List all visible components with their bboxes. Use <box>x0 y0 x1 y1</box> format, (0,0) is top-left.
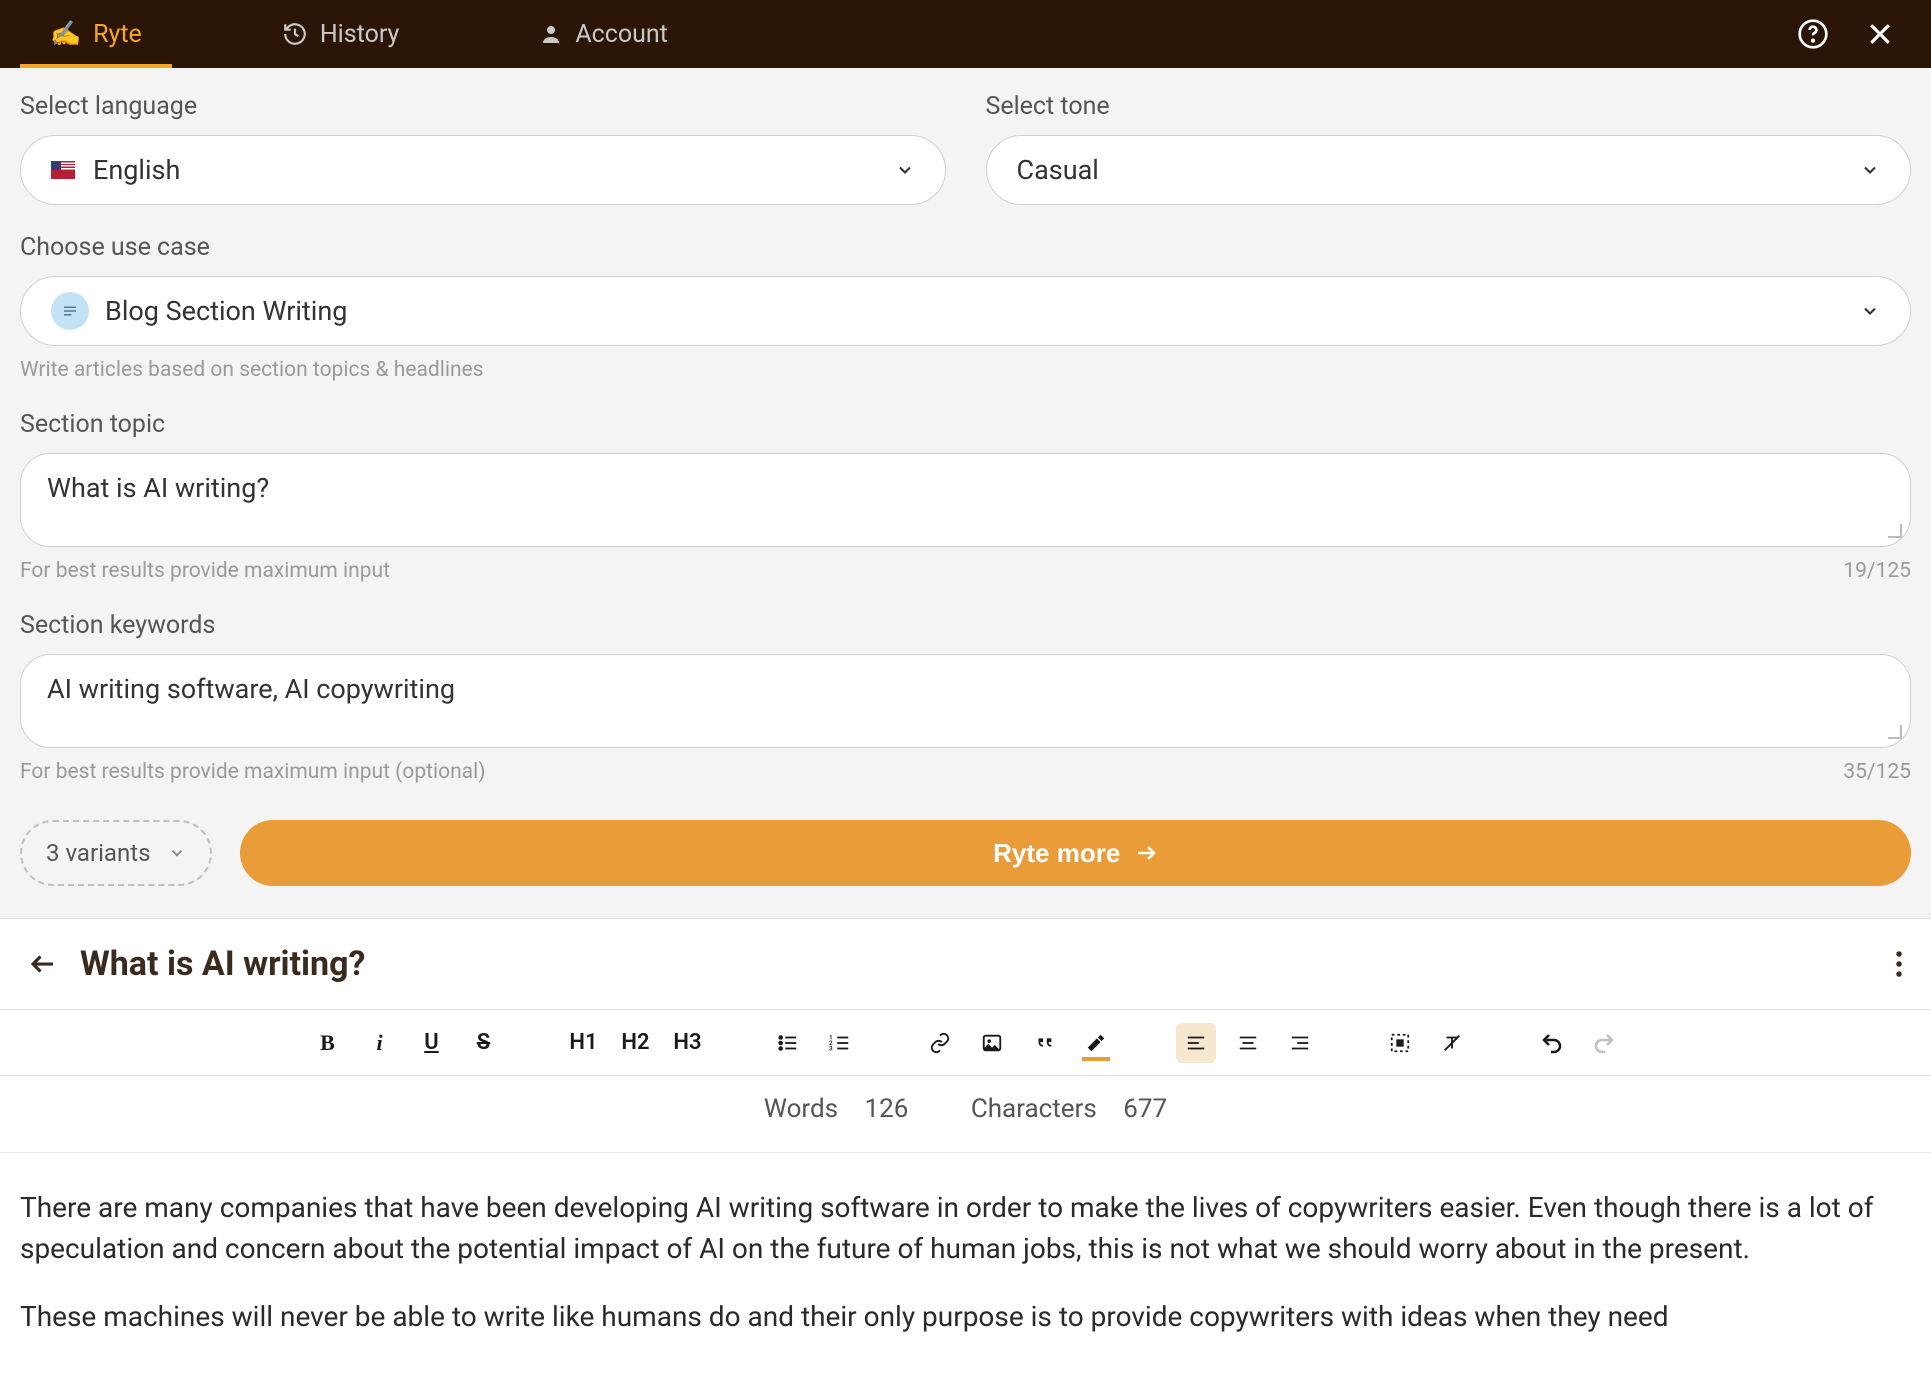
link-button[interactable] <box>920 1023 960 1063</box>
tab-ryte[interactable]: ✍️ Ryte <box>20 0 172 68</box>
quote-button[interactable] <box>1024 1023 1064 1063</box>
undo-button[interactable] <box>1532 1023 1572 1063</box>
pencil-hand-icon: ✍️ <box>50 20 81 49</box>
words-label: Words <box>764 1094 838 1124</box>
align-left-button[interactable] <box>1176 1023 1216 1063</box>
underline-button[interactable]: U <box>412 1023 452 1063</box>
result-header: What is AI writing? <box>0 918 1931 1010</box>
back-arrow-icon[interactable] <box>28 949 58 979</box>
language-select[interactable]: English <box>20 135 946 205</box>
language-label: Select language <box>20 92 946 121</box>
result-title: What is AI writing? <box>80 944 365 984</box>
tone-value: Casual <box>1017 154 1099 186</box>
topic-label: Section topic <box>20 410 1911 439</box>
image-button[interactable] <box>972 1023 1012 1063</box>
kebab-menu-icon[interactable] <box>1895 949 1903 979</box>
lines-icon <box>51 292 89 330</box>
topic-counter: 19/125 <box>1843 559 1911 583</box>
tab-history[interactable]: History <box>252 0 430 68</box>
usecase-helper: Write articles based on section topics &… <box>20 358 1911 382</box>
words-count: 126 <box>865 1094 909 1124</box>
keywords-label: Section keywords <box>20 611 1911 640</box>
variants-select[interactable]: 3 variants <box>20 820 212 886</box>
topic-helper: For best results provide maximum input <box>20 559 390 583</box>
paragraph: These machines will never be able to wri… <box>20 1296 1911 1337</box>
paragraph: There are many companies that have been … <box>20 1187 1911 1270</box>
close-icon[interactable] <box>1865 19 1895 49</box>
form-area: Select language English Select tone Casu… <box>0 68 1931 918</box>
strikethrough-button[interactable]: S <box>464 1023 504 1063</box>
clear-format-button[interactable] <box>1432 1023 1472 1063</box>
tab-account-label: Account <box>575 20 668 49</box>
chars-label: Characters <box>971 1094 1097 1124</box>
keywords-input[interactable]: AI writing software, AI copywriting <box>20 654 1911 748</box>
topic-value: What is AI writing? <box>47 472 269 504</box>
h1-button[interactable]: H1 <box>564 1023 604 1063</box>
select-all-button[interactable] <box>1380 1023 1420 1063</box>
help-icon[interactable] <box>1797 18 1829 50</box>
usecase-value: Blog Section Writing <box>105 295 347 327</box>
top-bar: ✍️ Ryte History Account <box>0 0 1931 68</box>
chevron-down-icon <box>895 160 915 180</box>
ryte-more-button[interactable]: Ryte more <box>240 820 1911 886</box>
tab-history-label: History <box>320 20 400 49</box>
keywords-value: AI writing software, AI copywriting <box>47 673 455 705</box>
language-value: English <box>93 154 180 186</box>
ryte-more-label: Ryte more <box>993 838 1120 869</box>
keywords-counter: 35/125 <box>1843 760 1911 784</box>
person-icon <box>539 22 563 46</box>
h2-button[interactable]: H2 <box>616 1023 656 1063</box>
bold-button[interactable]: B <box>308 1023 348 1063</box>
variants-label: 3 variants <box>46 839 150 867</box>
chevron-down-icon <box>1860 301 1880 321</box>
usecase-select[interactable]: Blog Section Writing <box>20 276 1911 346</box>
usecase-label: Choose use case <box>20 233 1911 262</box>
tone-label: Select tone <box>986 92 1912 121</box>
arrow-right-icon <box>1134 841 1158 865</box>
svg-text:3: 3 <box>829 1044 833 1052</box>
tab-ryte-label: Ryte <box>93 20 142 49</box>
chevron-down-icon <box>1860 160 1880 180</box>
editor-body[interactable]: There are many companies that have been … <box>0 1153 1931 1397</box>
keywords-helper: For best results provide maximum input (… <box>20 760 486 784</box>
align-center-button[interactable] <box>1228 1023 1268 1063</box>
editor-toolbar: B i U S H1 H2 H3 123 <box>0 1010 1931 1076</box>
align-right-button[interactable] <box>1280 1023 1320 1063</box>
tone-select[interactable]: Casual <box>986 135 1912 205</box>
bullet-list-button[interactable] <box>768 1023 808 1063</box>
redo-button[interactable] <box>1584 1023 1624 1063</box>
us-flag-icon <box>51 161 75 179</box>
topic-input[interactable]: What is AI writing? <box>20 453 1911 547</box>
tab-account[interactable]: Account <box>509 0 698 68</box>
chars-count: 677 <box>1123 1094 1167 1124</box>
numbered-list-button[interactable]: 123 <box>820 1023 860 1063</box>
italic-button[interactable]: i <box>360 1023 400 1063</box>
chevron-down-icon <box>168 844 186 862</box>
editor-stats: Words 126 Characters 677 <box>0 1076 1931 1153</box>
highlight-button[interactable] <box>1076 1023 1116 1063</box>
history-icon <box>282 21 308 47</box>
h3-button[interactable]: H3 <box>668 1023 708 1063</box>
